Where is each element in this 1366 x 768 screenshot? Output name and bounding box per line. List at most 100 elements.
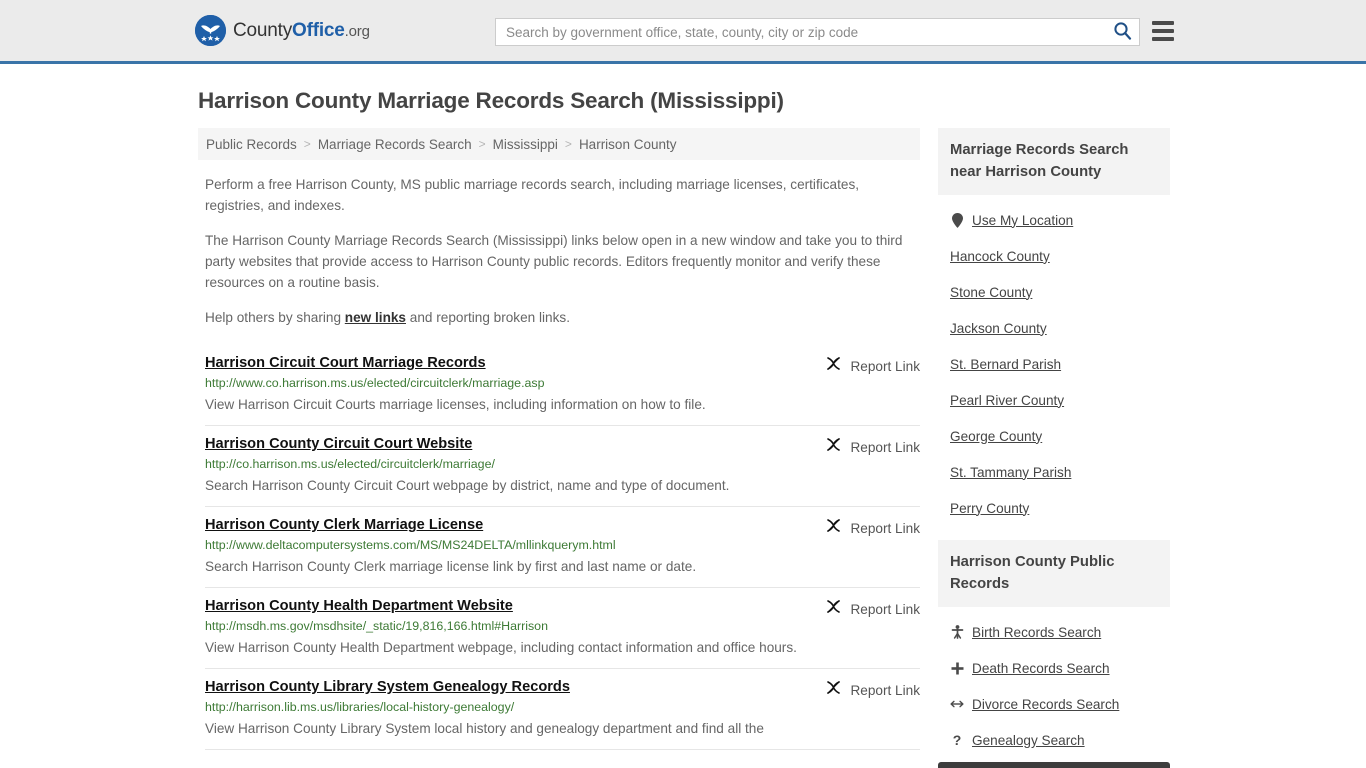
sidebar-nearby-list: Use My Location Hancock County Stone Cou… [938,195,1170,526]
sidebar-public-records-label[interactable]: Genealogy Search [972,733,1085,748]
logo-wordmark: CountyOffice.org [233,20,370,42]
sidebar-item-hancock-county[interactable]: Hancock County [938,238,1170,274]
sidebar-item-use-my-location[interactable]: Use My Location [938,202,1170,238]
sidebar-item-perry-county[interactable]: Perry County [938,490,1170,526]
baby-icon [950,625,964,639]
result-title-link[interactable]: Harrison County Library System Genealogy… [205,679,570,695]
intro-paragraph-1: Perform a free Harrison County, MS publi… [205,177,860,213]
results-list: Harrison Circuit Court Marriage Records … [205,342,920,750]
result-url: http://co.harrison.ms.us/elected/circuit… [205,457,495,471]
result-item: Harrison County Clerk Marriage License h… [205,507,920,588]
report-link-button[interactable]: Report Link [825,355,920,377]
hamburger-bar [1152,21,1174,25]
report-link-label: Report Link [850,520,920,536]
result-item: Harrison County Circuit Court Website ht… [205,426,920,507]
intro-p3-after: and reporting broken links. [406,310,570,325]
broken-link-icon [825,436,842,458]
report-link-label: Report Link [850,439,920,455]
sidebar-nearby-section: Marriage Records Search near Harrison Co… [938,128,1170,526]
report-link-button[interactable]: Report Link [825,436,920,458]
split-arrows-icon [950,699,964,709]
hamburger-menu-icon[interactable] [1152,21,1174,41]
logo-text-county: County [233,19,293,41]
hamburger-bar [1152,37,1174,41]
intro-paragraph-2: The Harrison County Marriage Records Sea… [205,233,903,290]
result-url: http://harrison.lib.ms.us/libraries/loca… [205,700,515,714]
breadcrumb-separator-icon: > [303,137,311,151]
broken-link-icon [825,598,842,620]
sidebar-public-records-label[interactable]: Death Records Search [972,661,1110,676]
result-url: http://msdh.ms.gov/msdhsite/_static/19,8… [205,619,548,633]
sidebar-nearby-label[interactable]: Perry County [950,501,1029,516]
question-mark-icon: ? [952,732,962,748]
sidebar-public-records-section: Harrison County Public Records Birth Rec… [938,540,1170,768]
report-link-button[interactable]: Report Link [825,679,920,701]
sidebar-public-records-heading: Harrison County Public Records [938,540,1170,607]
sidebar-item-pearl-river-county[interactable]: Pearl River County [938,382,1170,418]
result-title-link[interactable]: Harrison County Circuit Court Website [205,436,472,452]
result-description: Search Harrison County Clerk marriage li… [205,559,697,574]
sidebar-nearby-label[interactable]: St. Bernard Parish [950,357,1061,372]
sidebar-public-records-label[interactable]: Birth Records Search [972,625,1101,640]
result-title-link[interactable]: Harrison Circuit Court Marriage Records [205,355,486,371]
breadcrumb-separator-icon: > [478,137,486,151]
sidebar-item-st-tammany-parish[interactable]: St. Tammany Parish [938,454,1170,490]
result-title-link[interactable]: Harrison County Health Department Websit… [205,598,513,614]
sidebar-nearby-label[interactable]: Stone County [950,285,1032,300]
result-url: http://www.deltacomputersystems.com/MS/M… [205,538,616,552]
eagle-seal-icon [195,15,226,46]
report-link-button[interactable]: Report Link [825,517,920,539]
sidebar-item-genealogy-search[interactable]: ? Genealogy Search [938,722,1170,758]
sidebar-item-stone-county[interactable]: Stone County [938,274,1170,310]
sidebar-item-jackson-county[interactable]: Jackson County [938,310,1170,346]
breadcrumb-item-marriage-records-search[interactable]: Marriage Records Search [318,137,472,152]
sidebar-nearby-heading: Marriage Records Search near Harrison Co… [938,128,1170,195]
result-item: Harrison County Library System Genealogy… [205,669,920,750]
page-title: Harrison County Marriage Records Search … [198,88,784,113]
sidebar-nearby-label[interactable]: Jackson County [950,321,1047,336]
sidebar-item-death-records-search[interactable]: Death Records Search [938,650,1170,686]
breadcrumb: Public Records > Marriage Records Search… [198,128,920,160]
site-header: CountyOffice.org [0,0,1366,64]
sidebar-nearby-label[interactable]: Use My Location [972,213,1073,228]
search-button[interactable] [1105,19,1139,45]
sidebar-divider [938,526,1170,540]
new-links-link[interactable]: new links [345,310,406,325]
search-icon [1113,21,1132,43]
sidebar-nearby-label[interactable]: George County [950,429,1042,444]
search-input[interactable] [496,19,1105,45]
sidebar-item-george-county[interactable]: George County [938,418,1170,454]
breadcrumb-item-public-records[interactable]: Public Records [206,137,297,152]
result-title-link[interactable]: Harrison County Clerk Marriage License [205,517,483,533]
page-body: Harrison County Marriage Records Search … [0,88,1366,768]
result-description: View Harrison County Health Department w… [205,640,797,655]
sidebar-public-records-label[interactable]: Divorce Records Search [972,697,1119,712]
sidebar: Marriage Records Search near Harrison Co… [938,128,1170,768]
report-link-button[interactable]: Report Link [825,598,920,620]
result-item: Harrison Circuit Court Marriage Records … [205,342,920,426]
result-description: View Harrison County Library System loca… [205,721,764,736]
content-row: Public Records > Marriage Records Search… [0,128,1366,768]
broken-link-icon [825,355,842,377]
broken-link-icon [825,679,842,701]
sidebar-public-records-list: Birth Records Search Death Records Searc… [938,607,1170,768]
main-column: Public Records > Marriage Records Search… [198,128,920,768]
map-pin-icon [950,212,964,228]
sidebar-item-marriage-records-search[interactable]: Marriage Records Search [938,762,1170,768]
report-link-label: Report Link [850,601,920,617]
report-link-label: Report Link [850,358,920,374]
report-link-label: Report Link [850,682,920,698]
sidebar-nearby-label[interactable]: Hancock County [950,249,1050,264]
sidebar-item-divorce-records-search[interactable]: Divorce Records Search [938,686,1170,722]
sidebar-nearby-label[interactable]: St. Tammany Parish [950,465,1071,480]
sidebar-nearby-label[interactable]: Pearl River County [950,393,1064,408]
intro-text: Perform a free Harrison County, MS publi… [205,174,905,328]
broken-link-icon [825,517,842,539]
site-logo[interactable]: CountyOffice.org [195,15,370,46]
sidebar-item-st-bernard-parish[interactable]: St. Bernard Parish [938,346,1170,382]
breadcrumb-item-mississippi[interactable]: Mississippi [493,137,558,152]
intro-paragraph-3: Help others by sharing new links and rep… [205,307,905,328]
sidebar-item-birth-records-search[interactable]: Birth Records Search [938,614,1170,650]
cross-icon [950,662,964,675]
breadcrumb-separator-icon: > [564,137,572,151]
